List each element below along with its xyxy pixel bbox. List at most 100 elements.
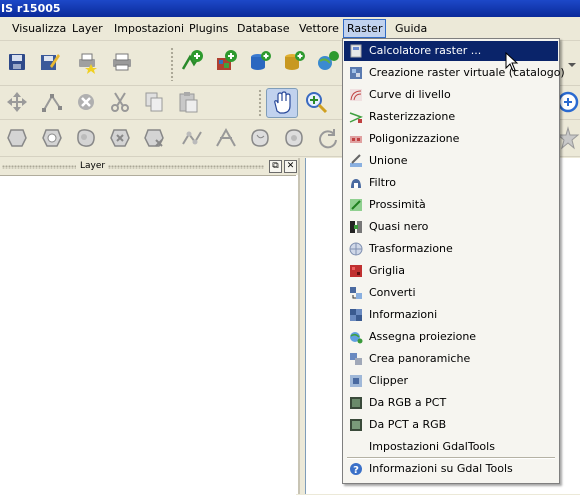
print-composer-icon[interactable] (76, 50, 100, 74)
menu-item-clipper[interactable]: Clipper (344, 371, 558, 391)
menu-item-label: Informazioni (369, 308, 438, 321)
delete-part-icon[interactable] (142, 126, 166, 150)
merge-attributes-icon[interactable] (282, 126, 306, 150)
menu-item-filtro[interactable]: Filtro (344, 173, 558, 193)
svg-text:?: ? (353, 465, 359, 476)
split-features-icon[interactable] (214, 126, 238, 150)
paste-features-icon[interactable] (176, 90, 200, 114)
menu-item-trasformazione[interactable]: Trasformazione (344, 239, 558, 259)
menu-item-label: Da PCT a RGB (369, 418, 447, 431)
print-icon[interactable] (110, 50, 134, 74)
reshape-features-icon[interactable] (180, 126, 204, 150)
menu-item-poligonizzazione[interactable]: Poligonizzazione (344, 129, 558, 149)
menu-raster[interactable]: Raster (343, 19, 387, 38)
add-postgis-layer-icon[interactable] (248, 49, 272, 73)
polygonize-icon (349, 132, 363, 146)
window-title: IS r15005 (1, 2, 61, 15)
menu-item-quasi-nero[interactable]: Quasi nero (344, 217, 558, 237)
menu-item-da-rgb-a-pct[interactable]: Da RGB a PCT (344, 393, 558, 413)
toolbar-grip[interactable] (258, 89, 262, 117)
save-project-icon[interactable] (5, 50, 29, 74)
menu-item-converti[interactable]: Converti (344, 283, 558, 303)
add-vector-layer-icon[interactable] (180, 49, 204, 73)
toolbar-grip[interactable] (170, 47, 174, 81)
window-titlebar: IS r15005 (0, 0, 580, 17)
warp-icon (349, 242, 363, 256)
add-ring-icon[interactable] (40, 126, 64, 150)
toolbar-overflow-icon[interactable] (566, 59, 578, 67)
grid-icon (349, 264, 363, 278)
delete-ring-icon[interactable] (108, 126, 132, 150)
menu-item-prossimita[interactable]: Prossimità (344, 195, 558, 215)
menu-item-informazioni-su-gdal-tools[interactable]: ? Informazioni su Gdal Tools (344, 459, 558, 479)
menu-item-label: Crea panoramiche (369, 352, 471, 365)
move-feature-icon[interactable] (5, 90, 29, 114)
menu-item-crea-panoramiche[interactable]: Crea panoramiche (344, 349, 558, 369)
menu-item-informazioni[interactable]: Informazioni (344, 305, 558, 325)
add-raster-layer-icon[interactable] (214, 49, 238, 73)
zoom-in-icon[interactable] (304, 90, 328, 114)
menu-guida[interactable]: Guida (392, 20, 430, 37)
menu-item-label: Calcolatore raster ... (369, 44, 482, 57)
layers-panel-header[interactable]: Layer ⧉ ✕ (0, 158, 298, 175)
menu-item-label: Griglia (369, 264, 405, 277)
save-as-icon[interactable] (38, 50, 62, 74)
nearblack-icon (349, 220, 363, 234)
raster-menu-dropdown: Calcolatore raster ... Creazione raster … (342, 38, 565, 484)
panel-grip (2, 165, 76, 169)
menu-item-da-pct-a-rgb[interactable]: Da PCT a RGB (344, 415, 558, 435)
rotate-point-icon[interactable] (316, 126, 340, 150)
menu-item-label: Converti (369, 286, 416, 299)
menu-item-label: Unione (369, 154, 408, 167)
menu-item-unione[interactable]: Unione (344, 151, 558, 171)
clipper-icon (349, 374, 363, 388)
menu-item-label: Filtro (369, 176, 396, 189)
menu-vettore[interactable]: Vettore (296, 20, 342, 37)
menu-plugins[interactable]: Plugins (186, 20, 231, 37)
delete-selected-icon[interactable] (74, 90, 98, 114)
menu-item-curve-di-livello[interactable]: Curve di livello (344, 85, 558, 105)
add-spatialite-layer-icon[interactable] (282, 49, 306, 73)
merge-features-icon[interactable] (248, 126, 272, 150)
translate-icon (349, 286, 363, 300)
calculator-icon (349, 44, 363, 58)
layers-list[interactable] (0, 175, 296, 495)
menu-item-label: Clipper (369, 374, 409, 387)
menu-database[interactable]: Database (234, 20, 293, 37)
help-icon: ? (349, 462, 363, 476)
panel-grip (108, 165, 264, 169)
merge-icon (349, 154, 363, 168)
pct-to-rgb-icon (349, 418, 363, 432)
overview-icon (349, 352, 363, 366)
add-part-icon[interactable] (74, 126, 98, 150)
menu-item-label: Prossimità (369, 198, 426, 211)
contour-icon (349, 88, 363, 102)
copy-features-icon[interactable] (142, 90, 166, 114)
mouse-cursor-icon (505, 51, 519, 72)
rasterize-icon (349, 110, 363, 124)
menu-item-impostazioni-gdaltools[interactable]: Impostazioni GdalTools (344, 437, 558, 457)
add-wms-layer-icon[interactable] (316, 49, 340, 73)
menu-item-assegna-proiezione[interactable]: Assegna proiezione (344, 327, 558, 347)
panel-float-button[interactable]: ⧉ (269, 160, 282, 173)
menu-item-label: Informazioni su Gdal Tools (369, 462, 513, 475)
menu-item-label: Quasi nero (369, 220, 429, 233)
pan-map-icon[interactable] (266, 88, 298, 118)
menu-item-calcolatore-raster[interactable]: Calcolatore raster ... (344, 41, 558, 61)
layers-panel: Layer ⧉ ✕ (0, 158, 300, 495)
panel-close-button[interactable]: ✕ (284, 160, 297, 173)
menu-item-rasterizzazione[interactable]: Rasterizzazione (344, 107, 558, 127)
menu-item-creazione-raster-virtuale[interactable]: Creazione raster virtuale (catalogo) (344, 63, 565, 83)
layers-panel-title: Layer (80, 161, 106, 171)
menu-item-griglia[interactable]: Griglia (344, 261, 558, 281)
menu-impostazioni[interactable]: Impostazioni (111, 20, 187, 37)
menu-layer[interactable]: Layer (69, 20, 106, 37)
simplify-feature-icon[interactable] (5, 126, 29, 150)
menu-item-label: Poligonizzazione (369, 132, 460, 145)
menu-item-label: Creazione raster virtuale (catalogo) (369, 66, 565, 79)
cut-features-icon[interactable] (108, 90, 132, 114)
menu-visualizza[interactable]: Visualizza (9, 20, 69, 37)
sieve-icon (349, 176, 363, 190)
node-tool-icon[interactable] (40, 90, 64, 114)
menu-item-label: Curve di livello (369, 88, 451, 101)
